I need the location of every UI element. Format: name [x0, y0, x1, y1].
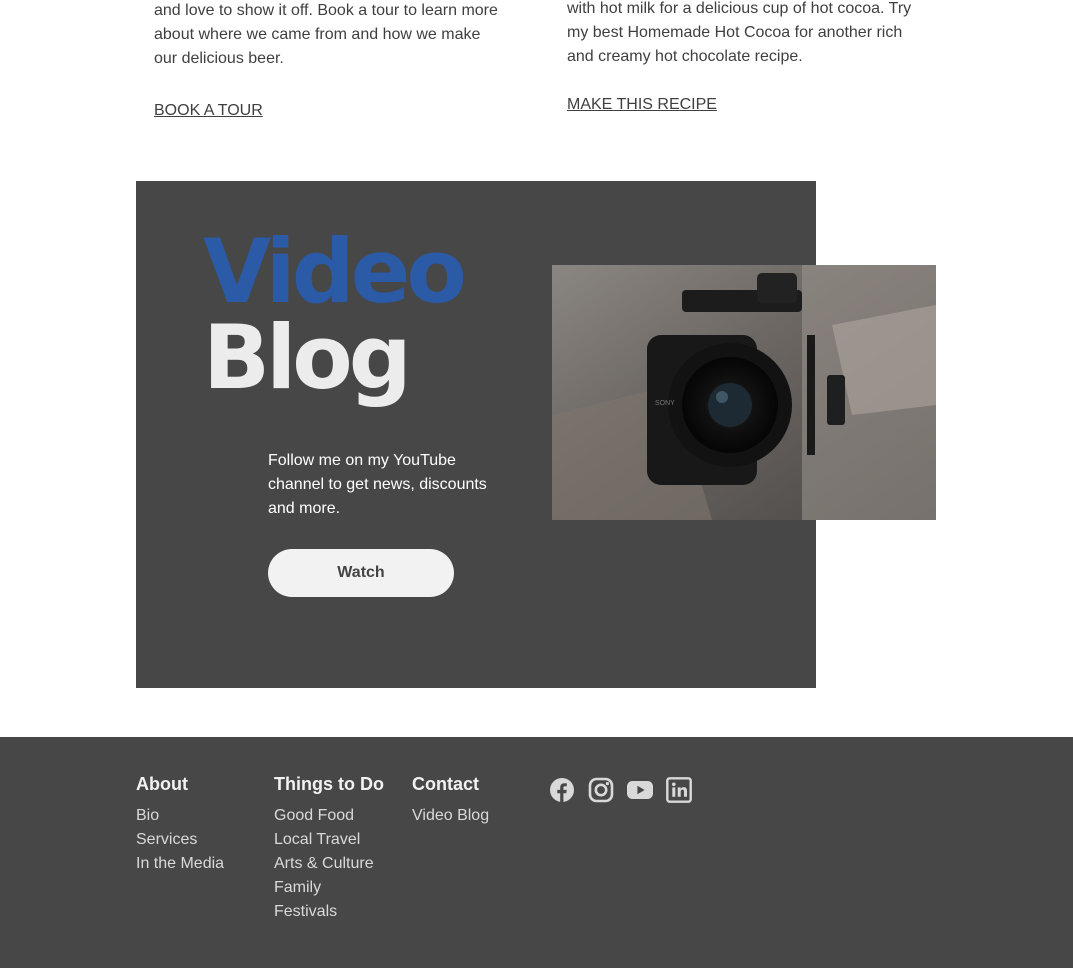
youtube-icon[interactable]: [627, 777, 653, 803]
cocoa-card-text: with hot milk for a delicious cup of hot…: [567, 0, 912, 65]
footer-link-arts-culture[interactable]: Arts & Culture: [274, 852, 384, 876]
svg-text:SONY: SONY: [655, 400, 675, 407]
footer-column-contact: Contact Video Blog: [412, 772, 489, 828]
footer-column-about: About Bio Services In the Media: [136, 772, 224, 876]
footer-link-video-blog[interactable]: Video Blog: [412, 804, 489, 828]
video-blog-title-video: Video: [203, 220, 467, 323]
tour-card-text: and love to show it off. Book a tour to …: [154, 2, 498, 67]
footer-column-things-to-do: Things to Do Good Food Local Travel Arts…: [274, 772, 384, 924]
watch-button[interactable]: Watch: [268, 549, 454, 597]
social-links: [549, 777, 692, 803]
footer-link-in-the-media[interactable]: In the Media: [136, 852, 224, 876]
make-recipe-link[interactable]: MAKE THIS RECIPE: [567, 95, 717, 115]
footer-heading-about: About: [136, 774, 188, 794]
book-tour-link[interactable]: BOOK A TOUR: [154, 101, 263, 121]
facebook-icon[interactable]: [549, 777, 575, 803]
instagram-icon[interactable]: [588, 777, 614, 803]
footer-link-services[interactable]: Services: [136, 828, 224, 852]
footer-heading-contact: Contact: [412, 774, 479, 794]
footer-link-bio[interactable]: Bio: [136, 804, 224, 828]
footer-link-festivals[interactable]: Festivals: [274, 900, 384, 924]
footer-link-family[interactable]: Family: [274, 876, 384, 900]
video-blog-title-blog: Blog: [203, 306, 412, 409]
video-blog-description: Follow me on my YouTube channel to get n…: [268, 452, 487, 517]
camera-photo: SONY: [552, 265, 936, 520]
footer-heading-things-to-do: Things to Do: [274, 774, 384, 794]
footer-link-good-food[interactable]: Good Food: [274, 804, 384, 828]
footer-link-local-travel[interactable]: Local Travel: [274, 828, 384, 852]
linkedin-icon[interactable]: [666, 777, 692, 803]
